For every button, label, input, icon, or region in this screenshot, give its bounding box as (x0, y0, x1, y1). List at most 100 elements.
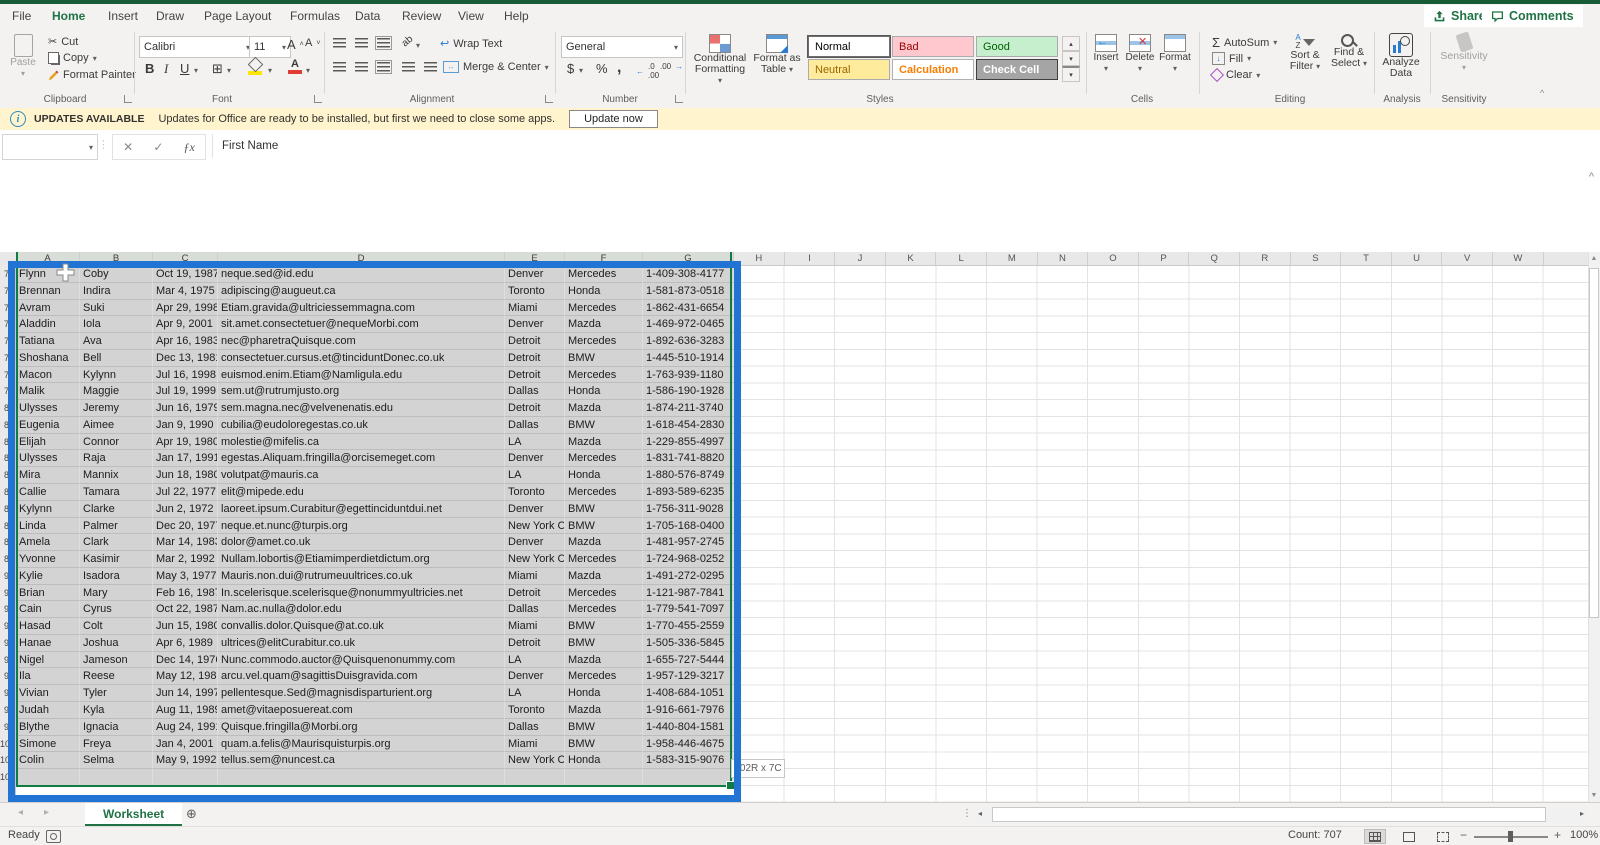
align-right-button[interactable] (375, 60, 392, 74)
formula-bar-input[interactable]: First Name (222, 134, 278, 158)
autosum-button[interactable]: Σ AutoSum ▾ (1212, 35, 1277, 50)
ribbon-tab-file[interactable]: File (8, 4, 35, 28)
decrease-font-button[interactable]: A ˅ (305, 37, 320, 49)
zoom-in-button[interactable]: + (1554, 828, 1561, 842)
sensitivity-button[interactable]: Sensitivity ▾ (1436, 31, 1492, 73)
normal-view-button[interactable] (1364, 829, 1386, 844)
increase-indent-button[interactable] (424, 62, 437, 72)
insert-cells-button[interactable]: ← Insert ▾ (1090, 34, 1122, 74)
column-header-L[interactable]: L (936, 252, 987, 266)
number-dialog-launcher[interactable] (675, 95, 683, 103)
cancel-icon[interactable]: ✕ (123, 140, 133, 154)
copy-button[interactable]: Copy ▾ (48, 52, 97, 64)
column-header-P[interactable]: P (1138, 252, 1190, 266)
scroll-left-arrow[interactable]: ◂ (978, 809, 982, 818)
comma-style-button[interactable]: , (617, 59, 621, 77)
comments-button[interactable]: Comments (1482, 5, 1583, 27)
percent-style-button[interactable]: % (596, 61, 608, 76)
accounting-chevron[interactable]: ▾ (579, 66, 583, 75)
zoom-percentage[interactable]: 100% (1570, 829, 1598, 841)
analyze-data-button[interactable]: Analyze Data (1378, 33, 1424, 79)
underline-button[interactable]: U (180, 61, 189, 76)
empty-cells-area[interactable] (734, 266, 1588, 802)
borders-button[interactable]: ⊞ (212, 61, 223, 77)
cell-style-bad[interactable]: Bad (892, 36, 974, 57)
fill-button[interactable]: ↓ Fill ▾ (1212, 52, 1251, 65)
page-layout-view-button[interactable] (1398, 829, 1420, 844)
column-header-partial[interactable] (1543, 252, 1589, 266)
tab-splitter[interactable]: ⋮ (962, 808, 972, 819)
accounting-format-button[interactable]: $ (567, 61, 574, 76)
column-header-U[interactable]: U (1391, 252, 1443, 266)
column-header-W[interactable]: W (1493, 252, 1544, 266)
styles-scroll-down[interactable]: ▾ (1062, 51, 1080, 66)
font-name-combo[interactable]: Calibri ▾ (139, 36, 255, 58)
ribbon-tab-view[interactable]: View (454, 4, 488, 28)
orientation-chevron[interactable]: ▾ (416, 41, 420, 50)
cell-style-calculation[interactable]: Calculation (892, 59, 974, 80)
ribbon-tab-page-layout[interactable]: Page Layout (200, 4, 275, 28)
column-header-H[interactable]: H (734, 252, 785, 266)
name-box[interactable]: ▾ (2, 134, 98, 160)
clear-button[interactable]: Clear ▾ (1209, 67, 1260, 83)
cut-button[interactable]: ✂ Cut (48, 35, 78, 49)
sort-filter-button[interactable]: AZ Sort & Filter ▾ (1284, 34, 1326, 72)
macro-record-icon[interactable] (46, 830, 61, 843)
alignment-dialog-launcher[interactable] (545, 95, 553, 103)
conditional-formatting-button[interactable]: Conditional Formatting ▾ (692, 34, 748, 86)
align-middle-button[interactable] (355, 38, 368, 48)
ribbon-tab-data[interactable]: Data (351, 4, 384, 28)
ribbon-tab-home[interactable]: Home (48, 4, 90, 31)
align-bottom-button[interactable] (375, 36, 392, 50)
cell-style-good[interactable]: Good (976, 36, 1058, 57)
column-header-S[interactable]: S (1290, 252, 1342, 266)
format-painter-button[interactable]: Format Painter (48, 69, 136, 81)
fill-color-chevron[interactable]: ▾ (268, 66, 272, 75)
enter-check-icon[interactable]: ✓ (153, 140, 163, 154)
find-select-button[interactable]: Find & Select ▾ (1328, 34, 1370, 69)
update-now-button[interactable]: Update now (569, 110, 658, 128)
cell-style-neutral[interactable]: Neutral (808, 59, 890, 80)
vertical-scrollbar-thumb[interactable] (1589, 268, 1599, 618)
font-color-button[interactable]: A (288, 59, 302, 74)
page-break-view-button[interactable] (1432, 829, 1454, 844)
delete-cells-button[interactable]: ✕ Delete ▾ (1124, 34, 1156, 74)
zoom-slider-thumb[interactable] (1508, 831, 1513, 842)
horizontal-scrollbar-thumb[interactable] (992, 807, 1546, 822)
collapse-ribbon-chevron[interactable]: ^ (1540, 88, 1544, 98)
column-header-R[interactable]: R (1240, 252, 1291, 266)
formula-bar-expanded[interactable]: ^ (0, 163, 1600, 253)
column-header-Q[interactable]: Q (1189, 252, 1240, 266)
font-size-combo[interactable]: 11 ▾ (249, 36, 291, 58)
name-box-splitter[interactable]: ⋮ (98, 138, 109, 151)
styles-more-button[interactable]: ▾ (1062, 66, 1080, 82)
column-header-M[interactable]: M (987, 252, 1038, 266)
column-header-V[interactable]: V (1442, 252, 1493, 266)
next-sheet-arrow[interactable]: ▸ (44, 807, 49, 818)
ribbon-tab-help[interactable]: Help (500, 4, 533, 28)
wrap-text-button[interactable]: ↩ Wrap Text (440, 37, 502, 51)
font-color-chevron[interactable]: ▾ (306, 66, 310, 75)
decrease-decimal-button[interactable]: .00 → (660, 62, 683, 71)
format-cells-button[interactable]: Format ▾ (1158, 34, 1192, 74)
align-center-button[interactable] (355, 62, 368, 72)
column-header-O[interactable]: O (1088, 252, 1139, 266)
italic-button[interactable]: I (164, 61, 168, 77)
styles-scroll-up[interactable]: ▴ (1062, 36, 1080, 51)
insert-function-icon[interactable]: ƒx (184, 140, 195, 155)
cell-style-check-cell[interactable]: Check Cell (976, 59, 1058, 80)
ribbon-tab-insert[interactable]: Insert (104, 4, 142, 28)
previous-sheet-arrow[interactable]: ◂ (18, 807, 23, 818)
align-top-button[interactable] (333, 38, 346, 48)
underline-menu-chevron[interactable]: ▾ (194, 66, 198, 75)
column-header-K[interactable]: K (885, 252, 937, 266)
column-header-T[interactable]: T (1341, 252, 1392, 266)
collapse-formula-bar-chevron[interactable]: ^ (1589, 171, 1594, 183)
scroll-down-arrow[interactable]: ▼ (1588, 792, 1600, 799)
ribbon-tab-review[interactable]: Review (398, 4, 445, 28)
sheet-tab-worksheet[interactable]: Worksheet (85, 803, 183, 826)
paste-button[interactable]: Paste ▾ (6, 34, 40, 79)
number-format-combo[interactable]: General ▾ (561, 36, 683, 58)
font-dialog-launcher[interactable] (314, 95, 322, 103)
zoom-out-button[interactable]: − (1460, 828, 1467, 842)
